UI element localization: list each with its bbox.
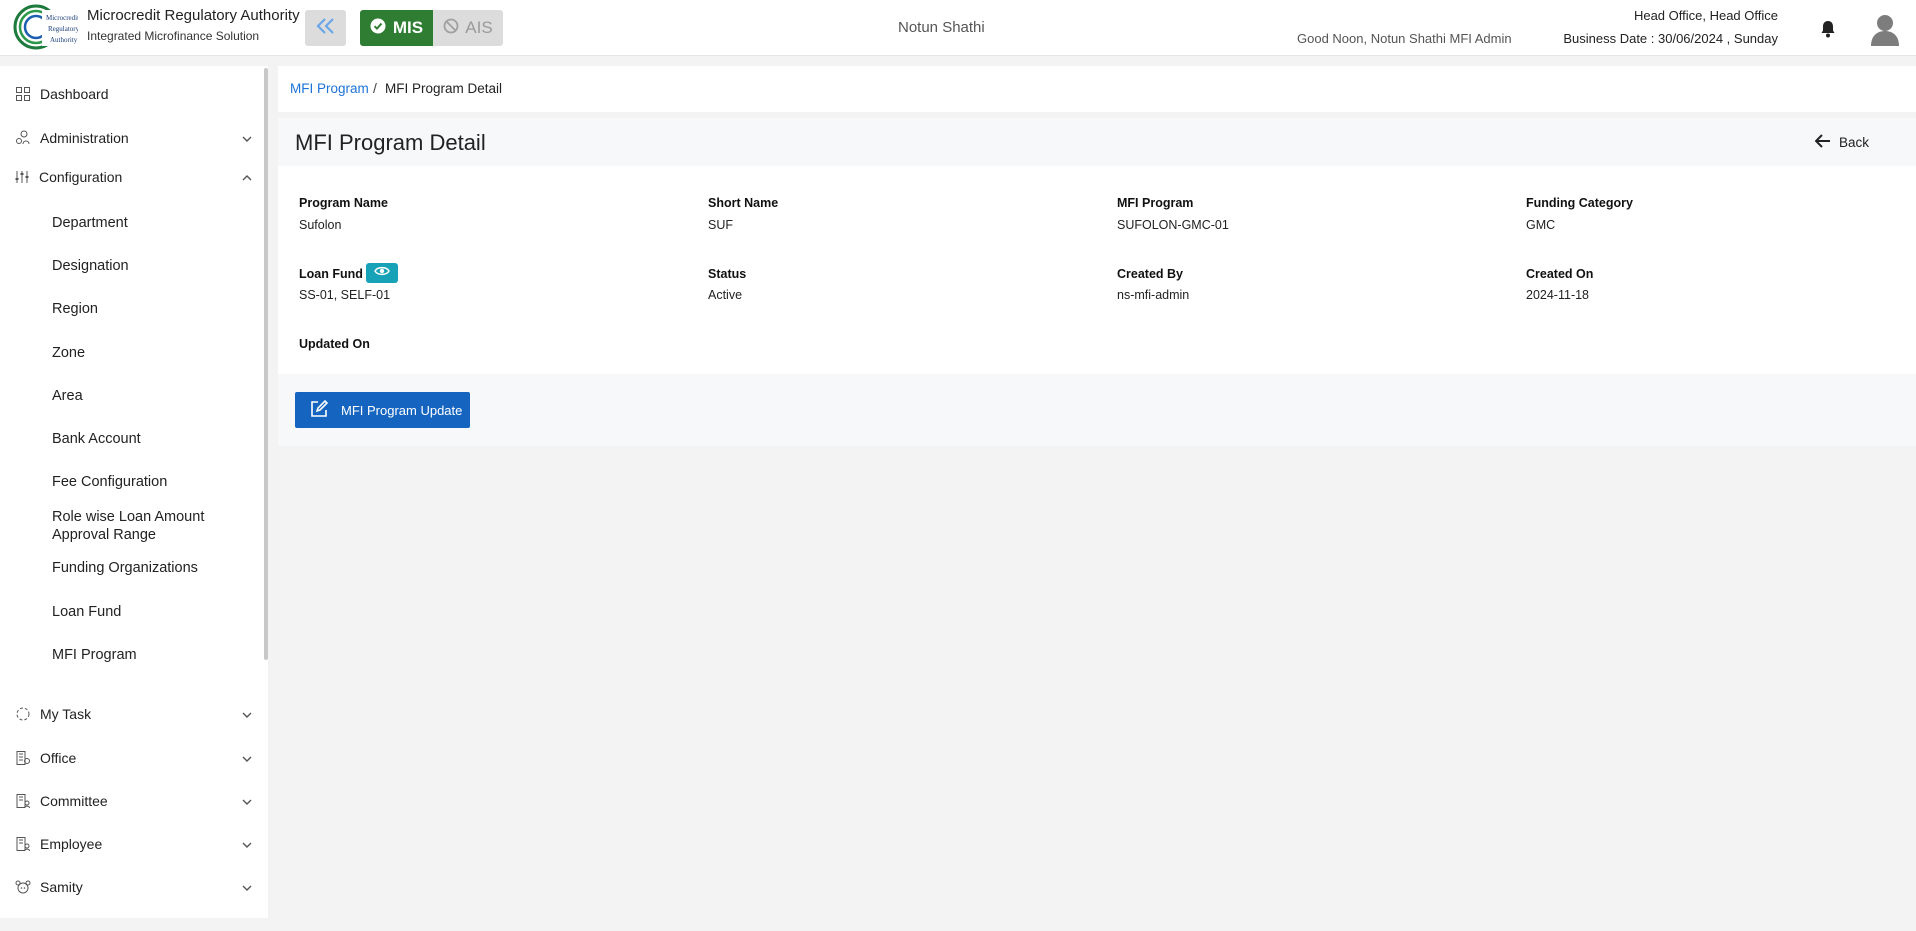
page-title: MFI Program Detail (295, 130, 486, 155)
app-title: Microcredit Regulatory Authority (87, 7, 300, 24)
organization-name: Notun Shathi (898, 19, 985, 36)
mfi-program-update-button[interactable]: MFI Program Update (295, 392, 470, 428)
sidebar-subitem-region[interactable]: Region (52, 300, 252, 318)
arrow-left-icon (1814, 133, 1831, 151)
funding-category-label: Funding Category (1526, 196, 1633, 210)
loan-fund-value: SS-01, SELF-01 (299, 288, 391, 302)
sidebar-scrollbar[interactable] (264, 68, 268, 660)
sidebar-item-label: Committee (40, 793, 108, 809)
program-name-value: Sufolon (299, 218, 342, 232)
chevron-down-icon (241, 708, 253, 720)
mis-toggle-button[interactable]: MIS (360, 10, 433, 46)
sidebar-item-label: Configuration (39, 169, 123, 185)
chevron-up-icon (241, 171, 253, 183)
loan-fund-label: Loan Fund (299, 267, 363, 281)
office-icon (15, 750, 31, 766)
sliders-icon (15, 169, 31, 185)
status-value: Active (708, 288, 743, 302)
sidebar-item-samity[interactable]: Samity (0, 872, 262, 902)
short-name-label: Short Name (708, 196, 779, 210)
chevron-down-icon (241, 132, 253, 144)
committee-icon (15, 793, 31, 809)
svg-text:Authority: Authority (50, 36, 78, 44)
app-subtitle: Integrated Microfinance Solution (87, 29, 260, 43)
sidebar-item-employee[interactable]: Employee (0, 829, 262, 859)
collapse-sidebar-button[interactable] (305, 10, 346, 46)
sidebar-subitem-zone[interactable]: Zone (52, 344, 252, 362)
user-avatar[interactable] (1869, 12, 1901, 46)
chevron-down-icon (241, 752, 253, 764)
samity-icon (15, 879, 31, 895)
breadcrumb-current: MFI Program Detail (385, 81, 503, 96)
mfi-program-label: MFI Program (1117, 196, 1194, 210)
breadcrumb-separator: / (373, 80, 377, 96)
double-chevron-left-icon (314, 17, 338, 40)
sidebar-subitem-designation[interactable]: Designation (52, 257, 252, 275)
sidebar-item-label: My Task (40, 706, 92, 722)
sidebar-item-label: Employee (40, 836, 103, 852)
back-label: Back (1839, 134, 1870, 150)
sidebar-item-configuration[interactable]: Configuration (0, 162, 262, 192)
back-button[interactable]: Back (1814, 132, 1870, 152)
created-by-value: ns-mfi-admin (1117, 288, 1190, 302)
funding-category-value: GMC (1526, 218, 1556, 232)
eye-icon (374, 264, 390, 282)
mra-logo[interactable]: Microcredit Regulatory Authority (12, 4, 80, 50)
sidebar-item-office[interactable]: Office (0, 743, 262, 773)
created-by-label: Created By (1117, 267, 1183, 281)
mfi-program-value: SUFOLON-GMC-01 (1117, 218, 1229, 232)
sidebar-subitem-loan-fund[interactable]: Loan Fund (52, 603, 252, 621)
sidebar-subitem-loan-approval-range[interactable]: Role wise Loan Amount Approval Range (52, 508, 232, 544)
chevron-down-icon (241, 795, 253, 807)
sidebar-subitem-fee-configuration[interactable]: Fee Configuration (52, 473, 252, 491)
created-on-value: 2024-11-18 (1526, 288, 1590, 302)
breadcrumb-link-mfi-program[interactable]: MFI Program (290, 81, 369, 96)
status-label: Status (708, 267, 747, 281)
sidebar-subitem-department[interactable]: Department (52, 214, 252, 232)
sidebar-item-label: Administration (40, 130, 129, 146)
sidebar-subitem-mfi-program[interactable]: MFI Program (52, 646, 252, 664)
edit-icon (309, 399, 329, 422)
sidebar-item-committee[interactable]: Committee (0, 786, 262, 816)
sidebar-item-label: Office (40, 750, 77, 766)
task-circle-icon (15, 706, 31, 722)
check-circle-icon (370, 18, 386, 39)
created-on-label: Created On (1526, 267, 1594, 281)
sidebar-subitem-funding-organizations[interactable]: Funding Organizations (52, 559, 252, 577)
chevron-down-icon (241, 838, 253, 850)
svg-text:Microcredit: Microcredit (46, 14, 78, 22)
sidebar-subitem-bank-account[interactable]: Bank Account (52, 430, 252, 448)
notification-bell-icon[interactable] (1817, 18, 1839, 40)
ban-icon (443, 18, 459, 39)
action-bar (278, 374, 1916, 446)
mis-label: MIS (392, 18, 424, 37)
updated-on-label: Updated On (299, 337, 370, 351)
update-button-label: MFI Program Update (341, 402, 463, 418)
chevron-down-icon (241, 881, 253, 893)
sidebar-item-label: Dashboard (40, 86, 109, 102)
office-name: Head Office, Head Office (1633, 8, 1778, 23)
short-name-value: SUF (708, 218, 733, 232)
employee-icon (15, 836, 31, 852)
sidebar-subitem-area[interactable]: Area (52, 387, 252, 405)
sidebar-item-label: Samity (40, 879, 83, 895)
sidebar-item-administration[interactable]: Administration (0, 123, 262, 153)
admin-users-icon (15, 130, 31, 146)
detail-card-header (278, 118, 1916, 166)
business-date: Business Date : 30/06/2024 , Sunday (1563, 31, 1778, 46)
sidebar-item-my-task[interactable]: My Task (0, 699, 262, 729)
program-name-label: Program Name (299, 196, 388, 210)
view-loan-fund-button[interactable] (366, 263, 398, 283)
ais-toggle-button[interactable]: AIS (433, 10, 503, 46)
ais-label: AIS (465, 18, 493, 37)
user-greeting: Good Noon, Notun Shathi MFI Admin (1297, 31, 1512, 46)
dashboard-grid-icon (15, 86, 31, 102)
breadcrumb (278, 66, 1916, 112)
top-header: Microcredit Regulatory Authority Microcr… (0, 0, 1916, 56)
sidebar-item-dashboard[interactable]: Dashboard (0, 79, 262, 109)
svg-text:Regulatory: Regulatory (48, 25, 78, 33)
